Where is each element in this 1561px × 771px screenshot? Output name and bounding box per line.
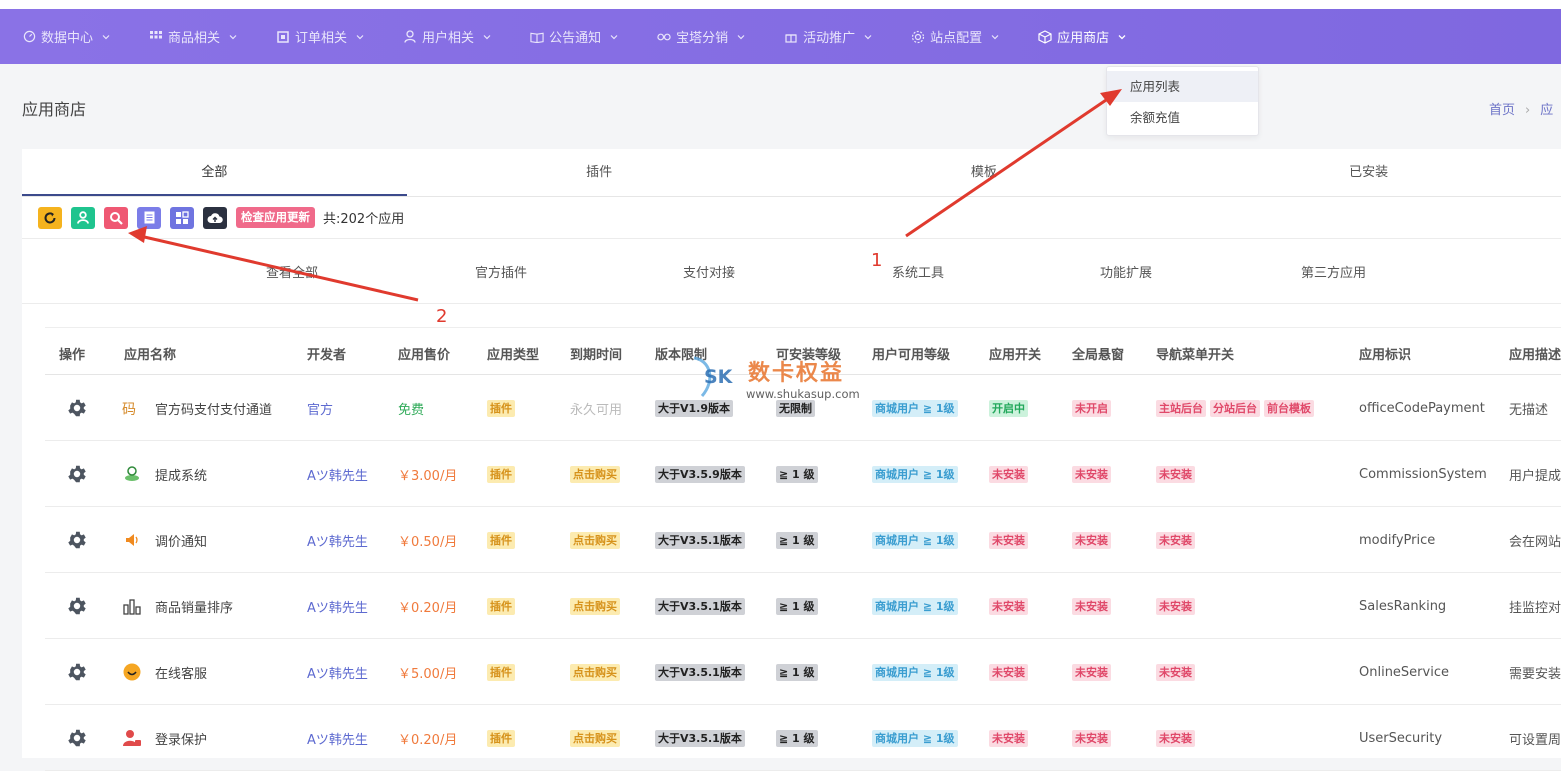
annotation-overlay bbox=[128, 89, 1122, 302]
annotation-number-1: 1 bbox=[871, 250, 883, 271]
arrow-1 bbox=[905, 89, 1122, 238]
arrow-2 bbox=[128, 226, 419, 302]
annotation-number-2: 2 bbox=[436, 306, 448, 327]
